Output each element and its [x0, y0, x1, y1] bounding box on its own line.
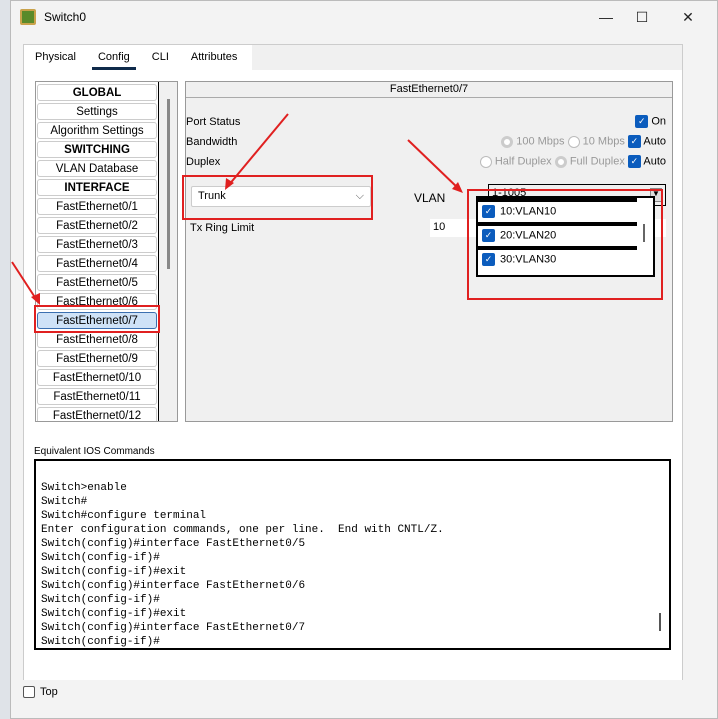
tab-physical[interactable]: Physical [24, 45, 87, 70]
duplex-auto-checkbox[interactable]: ✓ [627, 155, 641, 168]
port-status-label: Port Status [186, 116, 241, 128]
bw-100-radio[interactable] [501, 135, 514, 148]
bw-auto-label: Auto [643, 135, 666, 148]
checkbox-checked-icon[interactable]: ✓ [482, 229, 495, 242]
sidebar-item-fastethernet0-8[interactable]: FastEthernet0/8 [37, 331, 157, 348]
chevron-down-icon: ⌵ [355, 190, 364, 202]
sidebar-item-interface: INTERFACE [37, 179, 157, 196]
vlan-option-label: 10:VLAN10 [500, 205, 557, 218]
switch-window: Switch0 — ☐ ✕ Physical Config CLI Attrib… [10, 0, 718, 719]
mode-value: Trunk [198, 190, 226, 202]
vlan-option[interactable]: ✓ 20:VLAN20 [478, 222, 637, 246]
checkbox-checked-icon[interactable]: ✓ [482, 253, 495, 266]
bw-100-label: 100 Mbps [516, 135, 565, 148]
mode-select[interactable]: Trunk ⌵ [191, 186, 371, 207]
sidebar-item-fastethernet0-12[interactable]: FastEthernet0/12 [37, 407, 157, 421]
half-duplex-radio[interactable] [479, 155, 492, 168]
config-sidebar: GLOBAL Settings Algorithm Settings SWITCHIN… [35, 81, 178, 422]
sidebar-item-fastethernet0-5[interactable]: FastEthernet0/5 [37, 274, 157, 291]
tx-ring-label: Tx Ring Limit [190, 222, 255, 234]
sidebar-item-fastethernet0-10[interactable]: FastEthernet0/10 [37, 369, 157, 386]
close-button[interactable]: ✕ [673, 7, 703, 27]
sidebar-item-fastethernet0-4[interactable]: FastEthernet0/4 [37, 255, 157, 272]
bandwidth-label: Bandwidth [186, 136, 238, 148]
bandwidth-options: 100 Mbps 10 Mbps ✓ Auto [501, 135, 666, 148]
sidebar-item-fastethernet0-11[interactable]: FastEthernet0/11 [37, 388, 157, 405]
interface-title: FastEthernet0/7 [186, 82, 672, 98]
sidebar-item-switching: SWITCHING [37, 141, 157, 158]
port-status-toggle[interactable]: ✓ On [635, 115, 666, 128]
minimize-button[interactable]: — [591, 7, 621, 27]
full-duplex-radio[interactable] [554, 155, 567, 168]
sidebar-item-fastethernet0-7[interactable]: FastEthernet0/7 [37, 312, 157, 329]
tab-attributes[interactable]: Attributes [180, 45, 248, 70]
content-area: Physical Config CLI Attributes GLOBAL Set… [23, 44, 683, 680]
tab-bar: Physical Config CLI Attributes [24, 45, 252, 70]
ios-commands-box: Switch>enable Switch# Switch#configure t… [34, 459, 671, 650]
port-status-on-label: On [651, 115, 666, 128]
sidebar-item-fastethernet0-2[interactable]: FastEthernet0/2 [37, 217, 157, 234]
full-duplex-label: Full Duplex [569, 155, 625, 168]
config-panel: GLOBAL Settings Algorithm Settings SWITCHIN… [24, 70, 682, 680]
sidebar-item-fastethernet0-3[interactable]: FastEthernet0/3 [37, 236, 157, 253]
ios-commands-text: Switch>enable Switch# Switch#configure t… [41, 482, 444, 648]
dropdown-scrollbar[interactable] [643, 224, 645, 242]
duplex-options: Half Duplex Full Duplex ✓ Auto [479, 155, 666, 168]
vlan-option[interactable]: ✓ 30:VLAN30 [478, 246, 637, 270]
duplex-label: Duplex [186, 156, 221, 168]
top-label: Top [40, 686, 58, 698]
top-toggle[interactable]: Top [23, 686, 58, 699]
sidebar-item-fastethernet0-9[interactable]: FastEthernet0/9 [37, 350, 157, 367]
vlan-option-label: 20:VLAN20 [500, 229, 557, 242]
ios-commands-label: Equivalent IOS Commands [34, 446, 155, 457]
sidebar-item-settings[interactable]: Settings [37, 103, 157, 120]
maximize-button[interactable]: ☐ [627, 7, 657, 27]
tab-config[interactable]: Config [87, 45, 141, 70]
sidebar-item-algorithm-settings[interactable]: Algorithm Settings [37, 122, 157, 139]
vlan-option[interactable]: ✓ 10:VLAN10 [478, 198, 637, 222]
interface-panel: FastEthernet0/7 Port Status ✓ On Bandwid… [185, 81, 673, 422]
sidebar-item-fastethernet0-1[interactable]: FastEthernet0/1 [37, 198, 157, 215]
bw-auto-checkbox[interactable]: ✓ [627, 135, 641, 148]
commands-scrollbar[interactable] [659, 613, 661, 631]
sidebar-item-global: GLOBAL [37, 84, 157, 101]
vlan-label: VLAN [414, 191, 446, 205]
switch-icon [20, 9, 36, 25]
tab-cli[interactable]: CLI [141, 45, 180, 70]
checkbox-checked-icon[interactable]: ✓ [482, 205, 495, 218]
top-checkbox[interactable] [23, 686, 35, 699]
vlan-dropdown-list: ✓ 10:VLAN10 ✓ 20:VLAN20 ✓ 30:VLAN30 [476, 196, 655, 277]
vlan-option-label: 30:VLAN30 [500, 253, 557, 266]
checkbox-checked-icon: ✓ [635, 115, 649, 128]
sidebar-item-vlan-database[interactable]: VLAN Database [37, 160, 157, 177]
sidebar-item-fastethernet0-6[interactable]: FastEthernet0/6 [37, 293, 157, 310]
bw-10-radio[interactable] [567, 135, 580, 148]
half-duplex-label: Half Duplex [494, 155, 552, 168]
sidebar-scrollbar[interactable] [167, 99, 170, 269]
duplex-auto-label: Auto [643, 155, 666, 168]
bw-10-label: 10 Mbps [582, 135, 625, 148]
title-bar: Switch0 — ☐ ✕ [11, 1, 717, 33]
window-title: Switch0 [44, 10, 87, 24]
